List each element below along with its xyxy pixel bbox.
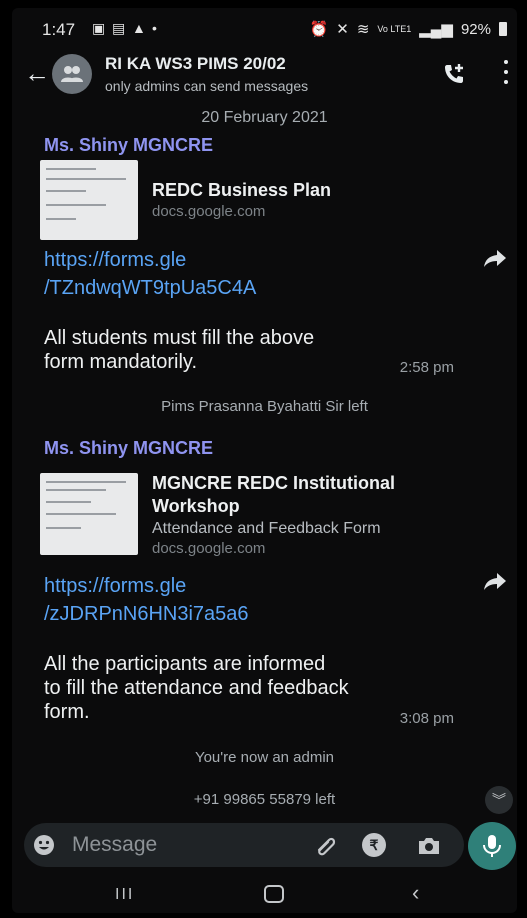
status-right: ⏰ ✕ ≋ Vo LTE1 ▂▄▆ 92% — [310, 20, 507, 38]
link-preview-title-line-1[interactable]: MGNCRE REDC Institutional — [152, 473, 395, 494]
message-link-line-2[interactable]: /TZndwqWT9tpUa5C4A — [44, 277, 256, 300]
date-separator: 20 February 2021 — [201, 109, 328, 126]
forward-icon[interactable] — [482, 571, 508, 591]
network-label: Vo LTE1 — [377, 24, 412, 34]
link-preview-description: Attendance and Feedback Form — [152, 520, 381, 537]
scroll-down-icon[interactable]: ︾ — [485, 786, 513, 814]
back-arrow-icon[interactable]: ← — [24, 58, 50, 89]
status-time: 1:47 — [42, 20, 76, 39]
voice-message-button[interactable] — [468, 822, 516, 870]
message-placeholder[interactable]: Message — [72, 833, 157, 857]
forward-icon[interactable] — [482, 248, 508, 268]
battery-icon — [499, 22, 507, 36]
link-preview-domain: docs.google.com — [152, 540, 266, 557]
system-message-left: Pims Prasanna Byahatti Sir left — [161, 398, 368, 415]
signal-icon: ▂▄▆ — [419, 21, 453, 38]
system-message-left: +91 99865 55879 left — [193, 791, 336, 808]
message-text-line-3: form. — [44, 701, 90, 723]
link-preview-title-line-2[interactable]: Workshop — [152, 496, 240, 517]
gallery-notification-icon: ▣ — [92, 20, 106, 36]
payment-icon[interactable]: ₹ — [362, 833, 386, 857]
link-preview-title[interactable]: REDC Business Plan — [152, 180, 331, 201]
more-notifications-icon: • — [152, 20, 157, 36]
camera-icon[interactable] — [416, 835, 442, 857]
navigation-bar: III ‹ — [12, 874, 517, 913]
alarm-icon: ⏰ — [309, 21, 329, 38]
message-input-bar[interactable]: Message ₹ — [24, 823, 464, 867]
nav-back-icon[interactable]: ‹ — [412, 880, 419, 906]
group-subtitle: only admins can send messages — [105, 78, 309, 94]
phone-screen: 1:47 ▣ ▤ ▲ • ⏰ ✕ ≋ Vo LTE1 ▂▄▆ 92% ← RI … — [12, 8, 517, 913]
recent-apps-icon[interactable]: III — [115, 886, 134, 904]
wifi-icon: ≋ — [356, 21, 370, 38]
home-icon[interactable] — [264, 885, 284, 903]
mute-icon: ✕ — [336, 21, 349, 38]
message-time: 3:08 pm — [399, 710, 454, 727]
message-text-line-2: to fill the attendance and feedback — [44, 677, 349, 699]
attach-icon[interactable] — [314, 835, 338, 857]
message-text-line-1: All the participants are informed — [44, 653, 326, 675]
mic-icon — [483, 835, 501, 857]
battery-percent: 92% — [460, 20, 491, 38]
group-avatar[interactable] — [52, 54, 92, 94]
message-notification-icon: ▤ — [112, 20, 126, 36]
more-options-icon[interactable] — [503, 60, 509, 84]
chat-header: ← RI KA WS3 PIMS 20/02 only admins can s… — [12, 48, 517, 106]
group-title[interactable]: RI KA WS3 PIMS 20/02 — [105, 54, 286, 74]
message-link-line-1[interactable]: https://forms.gle — [44, 249, 186, 272]
group-icon — [61, 66, 83, 82]
message-sender[interactable]: Ms. Shiny MGNCRE — [44, 438, 213, 459]
link-preview-thumbnail[interactable] — [40, 160, 138, 240]
message-link-line-2[interactable]: /zJDRPnN6HN3i7a5a6 — [44, 603, 249, 626]
app-notification-icon: ▲ — [132, 20, 146, 36]
emoji-icon[interactable] — [32, 833, 56, 857]
message-text-line-2: form mandatorily. — [44, 351, 198, 373]
message-sender[interactable]: Ms. Shiny MGNCRE — [44, 135, 213, 156]
message-text-line-1: All students must fill the above — [44, 327, 315, 349]
link-preview-domain: docs.google.com — [152, 203, 266, 220]
message-link-line-1[interactable]: https://forms.gle — [44, 575, 186, 598]
status-bar: 1:47 ▣ ▤ ▲ • ⏰ ✕ ≋ Vo LTE1 ▂▄▆ 92% — [12, 8, 517, 48]
link-preview-thumbnail[interactable] — [40, 473, 138, 555]
add-call-icon[interactable] — [442, 62, 466, 86]
message-time: 2:58 pm — [399, 359, 454, 376]
system-message-admin: You're now an admin — [194, 749, 335, 766]
